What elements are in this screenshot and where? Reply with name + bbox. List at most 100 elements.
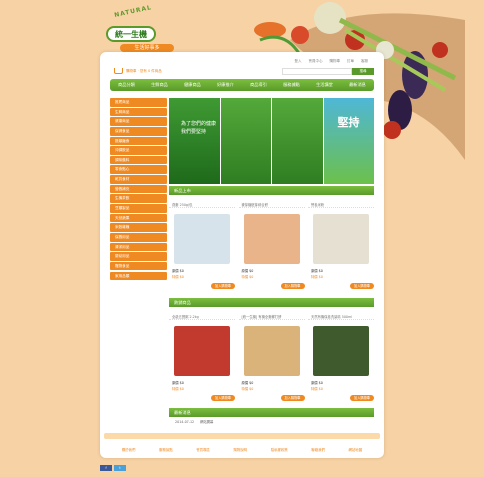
product-card[interactable]: 全穀五寶粥 2.2kg 原價 $0 特價 $0 加入購物車	[169, 314, 235, 401]
product-card[interactable]: [統一生機] 有機全麥蘇打餅 原價 $0 特價 $0 加入購物車	[238, 314, 305, 401]
top-links: 登入 會員中心 購物車 訂單 客服	[295, 59, 369, 64]
cart-label: 購物車 · 您有 0 件商品	[126, 68, 162, 73]
hot-products: 全穀五寶粥 2.2kg 原價 $0 特價 $0 加入購物車 [統一生機] 有機全…	[169, 314, 374, 401]
footer-links: 關於我們 服務據點 會員專區 購物說明 隱私權政策 聯絡我們 網站地圖	[110, 447, 374, 452]
footer-link[interactable]: 聯絡我們	[311, 447, 325, 452]
nav-item[interactable]: 好康推介	[217, 82, 234, 88]
banner-panel: 堅持	[323, 98, 374, 184]
product-sale-price: 特價 $0	[172, 275, 184, 279]
search-input[interactable]	[282, 68, 352, 75]
nav-item[interactable]: 商品導引	[250, 82, 267, 88]
product-image[interactable]	[313, 326, 369, 376]
category-sidebar: 推薦商品 生鮮商品 健康商品 保健食品 穀類麵食 沖調飲品 調味醬料 零食點心 …	[110, 98, 167, 281]
nav-item[interactable]: 服務據點	[283, 82, 300, 88]
footer-link[interactable]: 網站地圖	[349, 447, 363, 452]
hero-banner[interactable]: 為了您們的健康 我們要堅持 堅持	[169, 98, 374, 184]
facebook-share-button[interactable]: f	[100, 465, 112, 471]
section-header-news: 最新消息	[169, 408, 374, 417]
section-header-new: 新品上市	[169, 186, 374, 195]
add-to-cart-button[interactable]: 加入購物車	[280, 395, 305, 401]
cart-summary[interactable]: 購物車 · 您有 0 件商品	[114, 68, 162, 74]
top-link[interactable]: 訂單	[347, 59, 354, 64]
sidebar-item[interactable]: 沖調飲品	[110, 146, 167, 155]
sidebar-item[interactable]: 營養補充	[110, 184, 167, 194]
top-bar: 購物車 · 您有 0 件商品 登入 會員中心 購物車 訂單 客服 搜尋	[110, 57, 374, 77]
sidebar-item[interactable]: 健康商品	[110, 117, 167, 126]
product-name[interactable]: 天然有機保養洗髮精 500ml	[308, 314, 374, 320]
banner-headline: 堅持	[337, 116, 360, 129]
nav-item[interactable]: 健康商品	[184, 82, 201, 88]
sidebar-item[interactable]: 生鮮商品	[110, 107, 167, 117]
product-price: 原價 $0	[311, 269, 323, 273]
sidebar-item[interactable]: 保健食品	[110, 126, 167, 136]
sidebar-item[interactable]: 米穀雜糧	[110, 223, 167, 232]
product-price: 原價 $0	[172, 381, 184, 385]
news-date: 2014-07-12	[175, 420, 195, 424]
banner-panel: 為了您們的健康 我們要堅持	[169, 98, 220, 184]
sidebar-item[interactable]: 寵物食品	[110, 261, 167, 271]
sidebar-item[interactable]: 穀類麵食	[110, 136, 167, 146]
add-to-cart-button[interactable]: 加入購物車	[211, 395, 235, 401]
add-to-cart-button[interactable]: 加入購物車	[211, 283, 235, 289]
brand-logo[interactable]: NATURAL 統一生機 生活好事多	[104, 4, 174, 52]
footer-bar	[104, 433, 380, 439]
product-image[interactable]	[243, 214, 300, 264]
news-title[interactable]: 網站開幕	[200, 419, 213, 425]
nav-item[interactable]: 生活講堂	[316, 82, 333, 88]
cart-icon	[114, 68, 123, 74]
product-card[interactable]: 天然有機保養洗髮精 500ml 原價 $0 特價 $0 加入購物車	[308, 314, 374, 401]
nav-item[interactable]: 生鮮商品	[151, 82, 168, 88]
add-to-cart-button[interactable]: 加入購物車	[350, 283, 374, 289]
nav-item[interactable]: 商品分類	[118, 82, 135, 88]
product-image[interactable]	[243, 326, 300, 376]
twitter-share-button[interactable]: t	[114, 465, 126, 471]
top-link[interactable]: 客服	[361, 59, 368, 64]
share-buttons: f t	[100, 465, 126, 471]
product-image[interactable]	[174, 214, 230, 264]
product-name[interactable]: 麥芽糖胚芽綜合餅	[238, 202, 305, 208]
main-nav: 商品分類 生鮮商品 健康商品 好康推介 商品導引 服務據點 生活講堂 最新消息	[110, 79, 374, 91]
product-price: 原價 $0	[241, 269, 254, 273]
sidebar-item[interactable]: 保養用品	[110, 232, 167, 242]
product-card[interactable]: 燕麥 250g/包 原價 $0 特價 $0 加入購物車	[169, 202, 235, 289]
footer-link[interactable]: 會員專區	[196, 447, 210, 452]
footer-link[interactable]: 服務據點	[159, 447, 173, 452]
footer-link[interactable]: 關於我們	[122, 447, 136, 452]
logo-subtitle: 生活好事多	[120, 44, 174, 52]
product-price: 原價 $0	[241, 381, 254, 385]
footer-link[interactable]: 隱私權政策	[271, 447, 288, 452]
search-box: 搜尋	[282, 68, 374, 75]
product-name[interactable]: 燕麥 250g/包	[169, 202, 235, 208]
sidebar-item[interactable]: 清潔用品	[110, 242, 167, 252]
product-sale-price: 特價 $0	[241, 387, 254, 391]
nav-item[interactable]: 最新消息	[349, 82, 366, 88]
footer-link[interactable]: 購物說明	[233, 447, 247, 452]
product-sale-price: 特價 $0	[311, 275, 323, 279]
product-card[interactable]: 麥芽糖胚芽綜合餅 原價 $0 特價 $0 加入購物車	[238, 202, 305, 289]
sidebar-item[interactable]: 推薦商品	[110, 98, 167, 107]
sidebar-item[interactable]: 家用品類	[110, 271, 167, 281]
top-link[interactable]: 會員中心	[309, 59, 323, 64]
product-name[interactable]: 營養米粉	[308, 202, 374, 208]
product-image[interactable]	[174, 326, 230, 376]
product-sale-price: 特價 $0	[172, 387, 184, 391]
banner-panel	[220, 98, 271, 184]
product-card[interactable]: 營養米粉 原價 $0 特價 $0 加入購物車	[308, 202, 374, 289]
search-button[interactable]: 搜尋	[352, 68, 374, 75]
add-to-cart-button[interactable]: 加入購物車	[350, 395, 374, 401]
sidebar-item[interactable]: 乾貨食材	[110, 175, 167, 184]
sidebar-item[interactable]: 生機茶飲	[110, 194, 167, 203]
product-image[interactable]	[313, 214, 369, 264]
product-name[interactable]: [統一生機] 有機全麥蘇打餅	[238, 314, 305, 320]
product-name[interactable]: 全穀五寶粥 2.2kg	[169, 314, 235, 320]
sidebar-item[interactable]: 零食點心	[110, 165, 167, 175]
add-to-cart-button[interactable]: 加入購物車	[280, 283, 305, 289]
sidebar-item[interactable]: 豆類製品	[110, 204, 167, 213]
top-link[interactable]: 購物車	[330, 59, 341, 64]
sidebar-item[interactable]: 天然蔬果	[110, 213, 167, 223]
news-item[interactable]: 2014-07-12 網站開幕	[169, 419, 374, 425]
sidebar-item[interactable]: 嬰幼用品	[110, 252, 167, 261]
top-link[interactable]: 登入	[295, 59, 302, 64]
sidebar-item[interactable]: 調味醬料	[110, 155, 167, 165]
main-frame: 購物車 · 您有 0 件商品 登入 會員中心 購物車 訂單 客服 搜尋 商品分類…	[100, 52, 384, 458]
